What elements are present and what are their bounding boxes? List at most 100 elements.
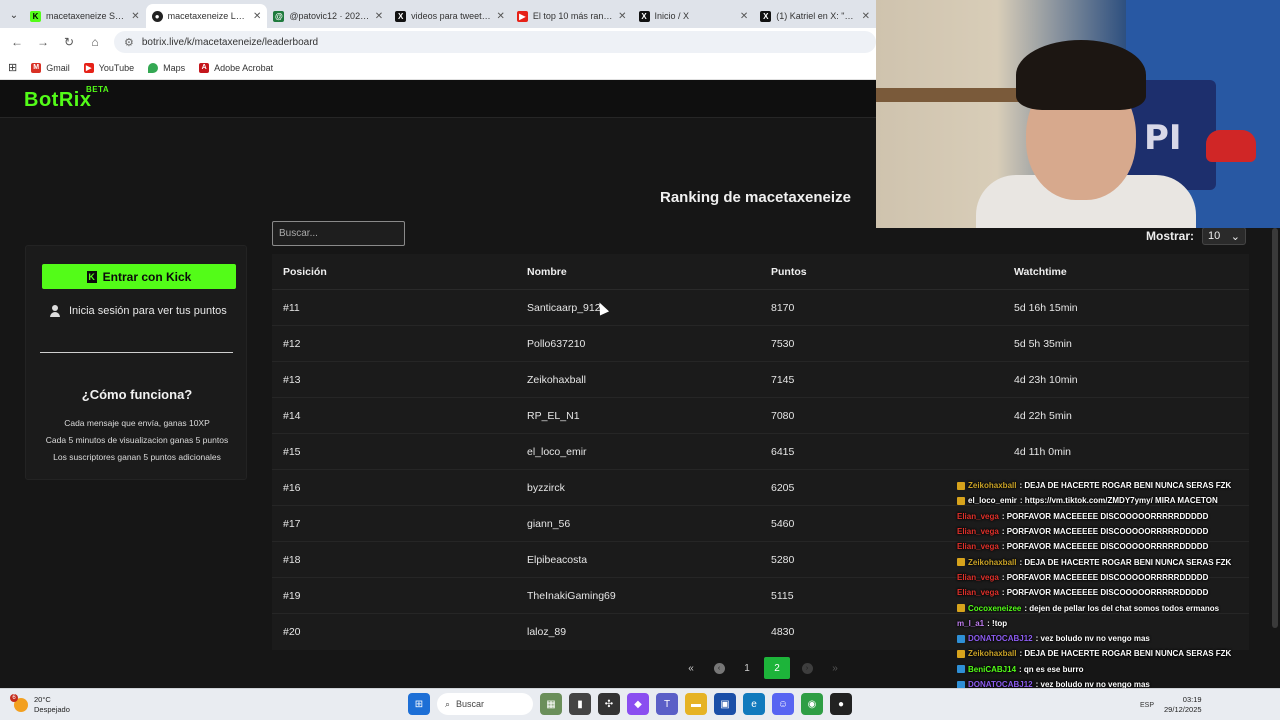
chat-username: BeniCABJ14 xyxy=(968,664,1017,674)
browser-tab-bar: ⌄ K macetaxeneize Stream ✕ ● macetaxenei… xyxy=(0,0,876,28)
reload-icon[interactable]: ↻ xyxy=(58,31,80,53)
kick-favicon-icon: K xyxy=(29,10,41,22)
chat-username: Elian_vega xyxy=(957,588,999,598)
webcam-overlay: PI xyxy=(876,0,1280,228)
chat-username: Elian_vega xyxy=(957,542,999,552)
browser-tab[interactable]: X (1) Katriel en X: "Pen ✕ xyxy=(754,4,876,28)
search-input[interactable] xyxy=(272,221,405,246)
browser-tab[interactable]: @ @patovic12 · 2025 K ✕ xyxy=(267,4,389,28)
search-icon: ⌕ xyxy=(445,698,451,709)
task-view-icon[interactable]: ▦ xyxy=(540,693,562,715)
bookmark-gmail[interactable]: M Gmail xyxy=(31,62,70,73)
x-favicon-icon: X xyxy=(638,10,650,22)
chat-message: m_l_a1: !top xyxy=(957,616,1280,631)
botrix-logo[interactable]: BotRix BETA xyxy=(24,85,109,112)
last-page-icon[interactable]: » xyxy=(824,657,846,679)
page-size-select[interactable]: 10 ⌄ xyxy=(1202,227,1247,245)
site-info-icon[interactable]: ⚙ xyxy=(124,36,134,49)
chat-message: BeniCABJ14: qn es ese burro xyxy=(957,662,1280,677)
chat-badge-icon xyxy=(957,604,965,613)
bookmark-youtube[interactable]: ▶ YouTube xyxy=(83,62,134,73)
page-button[interactable]: 1 xyxy=(736,657,758,679)
language-indicator[interactable]: ESP xyxy=(1140,702,1154,709)
windows-start-icon[interactable]: ⊞ xyxy=(408,693,430,715)
column-header[interactable]: Puntos xyxy=(771,266,807,278)
bookmark-maps[interactable]: Maps xyxy=(148,62,185,73)
kick-login-button[interactable]: K Entrar con Kick xyxy=(42,264,236,289)
store-icon[interactable]: ▣ xyxy=(714,693,736,715)
home-icon[interactable]: ⌂ xyxy=(84,31,106,53)
table-row: #12 Pollo637210 7530 5d 5h 35min xyxy=(272,326,1249,362)
close-tab-icon[interactable]: ✕ xyxy=(253,11,261,22)
close-tab-icon[interactable]: ✕ xyxy=(375,11,383,22)
column-header[interactable]: Watchtime xyxy=(1014,266,1067,278)
maps-icon xyxy=(148,62,159,73)
url-field[interactable]: ⚙ botrix.live/k/macetaxeneize/leaderboar… xyxy=(114,31,876,53)
column-header[interactable]: Posición xyxy=(283,266,327,278)
bookmark-adobe-acrobat[interactable]: A Adobe Acrobat xyxy=(199,62,273,73)
discord-icon[interactable]: ☺ xyxy=(772,693,794,715)
browser-tab[interactable]: X videos para tweets o ✕ xyxy=(389,4,511,28)
column-header[interactable]: Nombre xyxy=(527,266,567,278)
close-tab-icon[interactable]: ✕ xyxy=(862,11,870,22)
close-tab-icon[interactable]: ✕ xyxy=(618,11,626,22)
weather-widget[interactable]: 6 20°C Despejado xyxy=(10,694,70,715)
youtube-icon: ▶ xyxy=(83,62,94,73)
chat-text: : PORFAVOR MACEEEEE DISCOOOOORRRRRDDDDD xyxy=(1001,572,1209,582)
chat-message: Zeikohaxball: DEJA DE HACERTE ROGAR BENI… xyxy=(957,478,1280,493)
chat-overlay: Zeikohaxball: DEJA DE HACERTE ROGAR BENI… xyxy=(957,478,1280,720)
forward-icon[interactable]: → xyxy=(32,31,54,53)
page-size-control: Mostrar: 10 ⌄ xyxy=(1146,227,1247,245)
chrome-icon[interactable]: ◉ xyxy=(801,693,823,715)
file-icon[interactable]: ▮ xyxy=(569,693,591,715)
first-page-icon[interactable]: « xyxy=(680,657,702,679)
site-header: BotRix BETA xyxy=(0,80,876,118)
previous-page-icon[interactable]: ‹ xyxy=(708,657,730,679)
chat-text: : DEJA DE HACERTE ROGAR BENI NUNCA SERAS… xyxy=(1019,481,1232,491)
sheet-favicon-icon: @ xyxy=(273,10,285,22)
chat-text: : PORFAVOR MACEEEEE DISCOOOOORRRRRDDDDD xyxy=(1001,527,1209,537)
browser-tab[interactable]: ▶ El top 10 más random ✕ xyxy=(511,4,633,28)
close-tab-icon[interactable]: ✕ xyxy=(740,11,748,22)
next-page-icon[interactable]: › xyxy=(796,657,818,679)
table-row: #14 RP_EL_N1 7080 4d 22h 5min xyxy=(272,398,1249,434)
edge-icon[interactable]: e xyxy=(743,693,765,715)
chat-text: : PORFAVOR MACEEEEE DISCOOOOORRRRRDDDDD xyxy=(1001,542,1209,552)
taskbar-apps: ⊞ ⌕ Buscar ▦ ▮ ✣ ◆ T ▬ ▣ e ☺ ◉ ● xyxy=(408,693,852,715)
pagination: « ‹ 1 2 › » xyxy=(680,657,846,679)
back-icon[interactable]: ← xyxy=(6,31,28,53)
chat-text: : vez boludo nv no vengo mas xyxy=(1035,634,1150,644)
browser-tab-active[interactable]: ● macetaxeneize Leaderboard ✕ xyxy=(145,4,268,28)
taskbar: 6 20°C Despejado ⊞ ⌕ Buscar ▦ ▮ ✣ ◆ T ▬ ▣ … xyxy=(0,688,1280,720)
close-tab-icon[interactable]: ✕ xyxy=(496,11,504,22)
chat-message: Elian_vega: PORFAVOR MACEEEEE DISCOOOOOR… xyxy=(957,585,1280,600)
page-title: Ranking de macetaxeneize xyxy=(660,189,851,206)
chat-username: Zeikohaxball xyxy=(968,481,1017,491)
table-row: #11 Santicaarp_912 8170 5d 16h 15min xyxy=(272,290,1249,326)
chat-text: : PORFAVOR MACEEEEE DISCOOOOORRRRRDDDDD xyxy=(1001,511,1209,521)
bookmarks-bar: ⊞ M Gmail ▶ YouTube Maps A Adobe Acrobat xyxy=(0,56,876,80)
tool-icon[interactable]: ✣ xyxy=(598,693,620,715)
chat-username: Elian_vega xyxy=(957,511,999,521)
table-row: #15 el_loco_emir 6415 4d 11h 0min xyxy=(272,434,1249,470)
obs-icon[interactable]: ● xyxy=(830,693,852,715)
tab-search-icon[interactable]: ⌄ xyxy=(4,2,24,28)
folder-icon[interactable]: ▬ xyxy=(685,693,707,715)
browser-tab[interactable]: X Inicio / X ✕ xyxy=(633,4,755,28)
close-tab-icon[interactable]: ✕ xyxy=(131,11,139,22)
chat-text: : dejen de pellar los del chat somos tod… xyxy=(1024,603,1220,613)
teams-icon[interactable]: T xyxy=(656,693,678,715)
chat-username: Cocoxeneizee xyxy=(968,603,1022,613)
chat-text: : DEJA DE HACERTE ROGAR BENI NUNCA SERAS… xyxy=(1019,649,1232,659)
kick-icon: K xyxy=(86,270,97,283)
browser-tab[interactable]: K macetaxeneize Stream ✕ xyxy=(24,4,146,28)
copilot-icon[interactable]: ◆ xyxy=(627,693,649,715)
clock[interactable]: 03:19 29/12/2025 xyxy=(1164,695,1202,715)
chat-message: Elian_vega: PORFAVOR MACEEEEE DISCOOOOOR… xyxy=(957,570,1280,585)
apps-icon[interactable]: ⊞ xyxy=(8,61,17,74)
page-button-current[interactable]: 2 xyxy=(764,657,790,679)
chat-username: el_loco_emir xyxy=(968,496,1017,506)
chat-badge-icon xyxy=(957,481,965,490)
login-panel: K Entrar con Kick Inicia sesión para ver… xyxy=(25,245,247,480)
taskbar-search[interactable]: ⌕ Buscar xyxy=(437,693,533,715)
